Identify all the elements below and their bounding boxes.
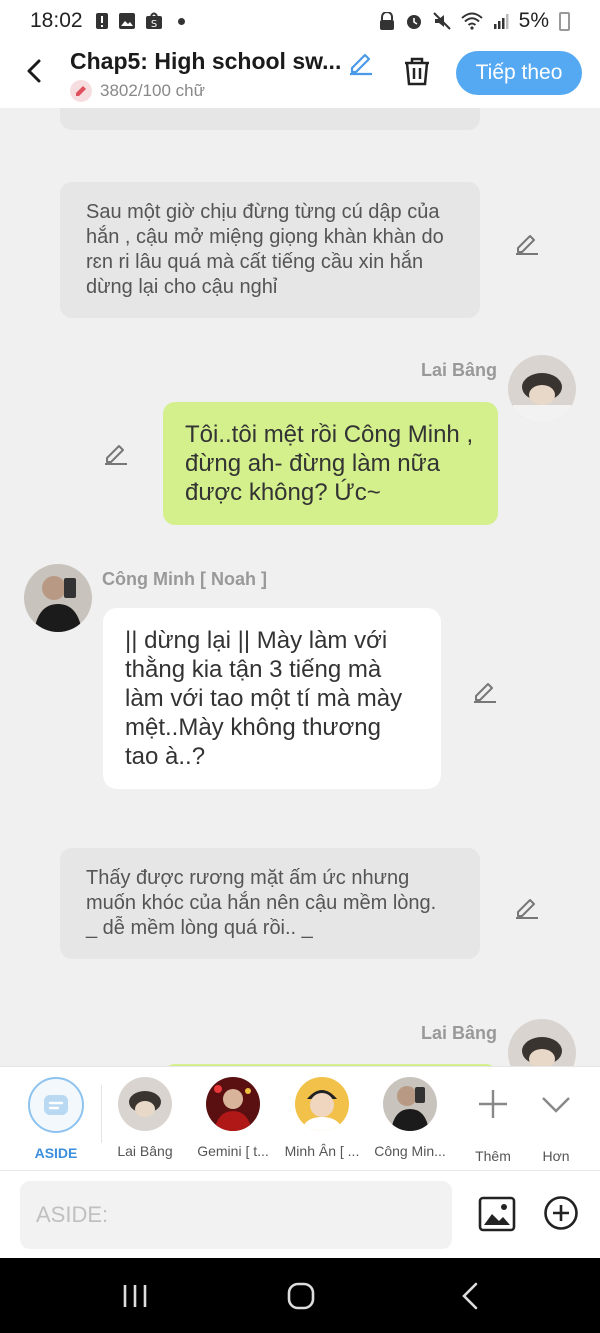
narration-bubble-partial bbox=[60, 108, 480, 130]
avatar-lai-bang[interactable] bbox=[508, 355, 576, 423]
image-icon[interactable] bbox=[478, 1195, 516, 1233]
avatar-cong-minh[interactable] bbox=[24, 564, 92, 632]
avatar-lai-bang[interactable] bbox=[508, 1019, 576, 1066]
narration-line: Thấy được rương mặt ấm ức nhưng muốn khó… bbox=[86, 867, 437, 914]
composer bbox=[0, 1170, 600, 1258]
wifi-icon bbox=[460, 12, 483, 30]
character-minh-an[interactable]: Minh Ân [ ... bbox=[278, 1077, 366, 1159]
avatar bbox=[295, 1077, 349, 1131]
speaker-name: Lai Bâng bbox=[421, 360, 498, 380]
chevron-down-icon bbox=[542, 1097, 570, 1113]
message-input[interactable] bbox=[20, 1181, 452, 1249]
notification-icons: S bbox=[95, 12, 185, 30]
character-cong-minh[interactable]: Công Min... bbox=[366, 1077, 454, 1159]
svg-text:S: S bbox=[150, 19, 156, 30]
home-icon[interactable] bbox=[285, 1280, 317, 1312]
mute-icon bbox=[432, 12, 451, 30]
expand-button[interactable]: Hơn bbox=[521, 1077, 591, 1164]
narration-line: _ dễ mềm lòng quá rồi.. _ bbox=[86, 917, 313, 939]
signal-icon bbox=[493, 14, 509, 29]
aside-icon bbox=[28, 1077, 84, 1133]
message-bubble-self[interactable]: Tôi..tôi mệt rồi Công Minh , đừng ah- đừ… bbox=[163, 402, 498, 525]
pencil-badge-icon bbox=[70, 80, 92, 102]
battery-icon bbox=[559, 11, 570, 31]
word-count-text: 3802/100 chữ bbox=[100, 81, 205, 100]
edit-title-icon[interactable] bbox=[347, 48, 375, 76]
character-label: Minh Ân [ ... bbox=[284, 1143, 360, 1159]
character-label: ASIDE bbox=[34, 1145, 78, 1161]
alert-icon bbox=[95, 13, 108, 29]
edit-pencil-icon[interactable] bbox=[514, 230, 540, 256]
chapter-title[interactable]: Chap5: High school sw... bbox=[70, 48, 342, 75]
chat-area[interactable]: Sau một giờ chịu đừng từng cú dập của hắ… bbox=[0, 108, 600, 1066]
back-icon[interactable] bbox=[20, 56, 50, 86]
system-nav-bar bbox=[0, 1258, 600, 1333]
character-lai-bang[interactable]: Lai Bâng bbox=[101, 1077, 189, 1159]
word-count: 3802/100 chữ bbox=[70, 80, 205, 102]
chapter-header: Chap5: High school sw... 3802/100 chữ Ti… bbox=[0, 42, 600, 108]
avatar bbox=[206, 1077, 260, 1131]
edit-pencil-icon[interactable] bbox=[103, 440, 129, 466]
message-bubble-other[interactable]: || dừng lại || Mày làm với thằng kia tận… bbox=[103, 608, 441, 789]
avatar bbox=[118, 1077, 172, 1131]
edit-pencil-icon[interactable] bbox=[514, 894, 540, 920]
status-bar: 18:02 S 5% bbox=[0, 0, 600, 42]
gallery-icon bbox=[118, 13, 135, 29]
character-aside[interactable]: ASIDE bbox=[12, 1077, 100, 1161]
expand-label: Hơn bbox=[542, 1148, 570, 1164]
system-icons: 5% bbox=[379, 9, 570, 33]
back-nav-icon[interactable] bbox=[455, 1280, 487, 1312]
avatar bbox=[383, 1077, 437, 1131]
trash-icon[interactable] bbox=[400, 54, 434, 88]
more-notifications-dot bbox=[177, 17, 185, 25]
shopee-icon: S bbox=[145, 12, 162, 30]
plus-icon bbox=[479, 1090, 507, 1118]
alarm-icon bbox=[406, 15, 421, 29]
character-label: Gemini [ t... bbox=[197, 1143, 269, 1159]
speaker-name: Công Minh [ Noah ] bbox=[102, 569, 267, 589]
narration-bubble[interactable]: Sau một giờ chịu đừng từng cú dập của hắ… bbox=[60, 182, 480, 318]
next-chapter-button[interactable]: Tiếp theo bbox=[456, 51, 582, 95]
add-circle-icon[interactable] bbox=[543, 1195, 579, 1231]
edit-pencil-icon[interactable] bbox=[472, 678, 498, 704]
character-gemini[interactable]: Gemini [ t... bbox=[189, 1077, 277, 1159]
battery-percent: 5% bbox=[518, 9, 549, 32]
status-time: 18:02 bbox=[30, 9, 83, 32]
recent-apps-icon[interactable] bbox=[119, 1280, 151, 1312]
lock-icon bbox=[379, 12, 394, 30]
character-label: Lai Bâng bbox=[117, 1143, 173, 1159]
character-label: Công Min... bbox=[374, 1143, 446, 1159]
speaker-name: Lai Bâng bbox=[421, 1023, 498, 1043]
narration-bubble[interactable]: Thấy được rương mặt ấm ức nhưng muốn khó… bbox=[60, 848, 480, 959]
character-selector: ASIDE Lai Bâng Gemini [ t... Minh Ân [ .… bbox=[0, 1066, 600, 1170]
